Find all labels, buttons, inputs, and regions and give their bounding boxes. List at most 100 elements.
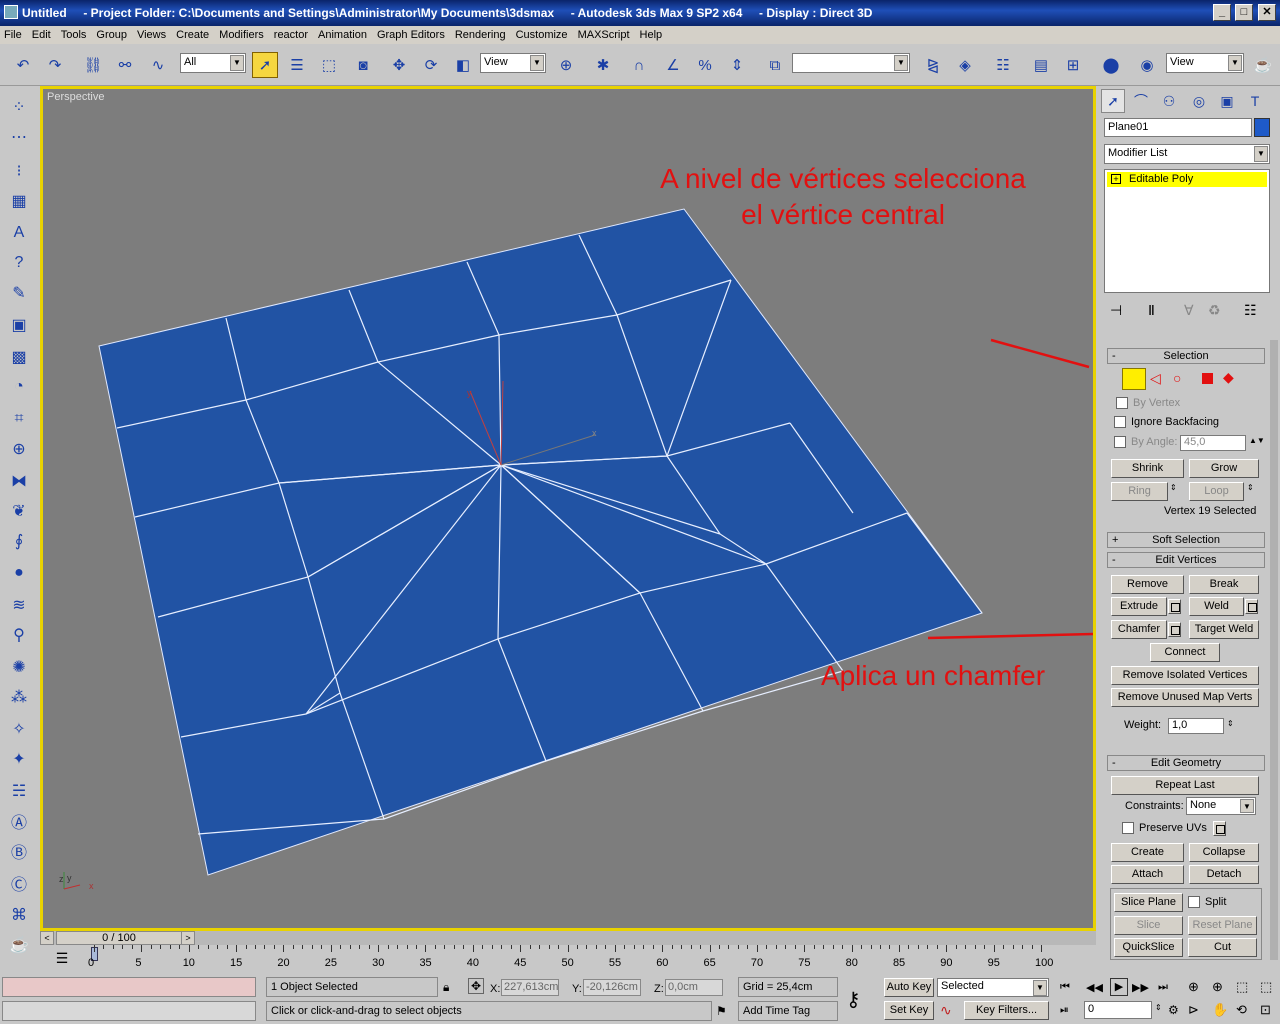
current-frame-field[interactable]: 0 <box>1084 1001 1152 1019</box>
grow-button[interactable]: Grow <box>1189 459 1259 478</box>
weld-settings-button[interactable] <box>1245 599 1258 614</box>
time-slider-track[interactable]: < 0 / 100 > <box>40 931 1096 945</box>
stack-item-editable-poly[interactable]: + Editable Poly <box>1107 172 1267 187</box>
menu-rendering[interactable]: Rendering <box>455 29 506 41</box>
menu-customize[interactable]: Customize <box>516 29 568 41</box>
constraints-dropdown[interactable]: None ▼ <box>1186 797 1256 815</box>
motion-tab-icon[interactable]: ◎ <box>1187 89 1211 113</box>
time-slider-thumb[interactable]: 0 / 100 <box>56 931 182 945</box>
arc-rotate-icon[interactable]: ⟲ <box>1236 1002 1247 1018</box>
set-key-button[interactable]: Set Key <box>884 1001 934 1020</box>
shrink-button[interactable]: Shrink <box>1111 459 1184 478</box>
reset-plane-button[interactable]: Reset Plane <box>1188 916 1257 935</box>
absolute-transform-icon[interactable]: ✥ <box>468 978 484 994</box>
key-filters-button[interactable]: Key Filters... <box>964 1001 1049 1020</box>
crop-icon[interactable]: ⌗ <box>6 406 32 432</box>
weight-spinner-field[interactable]: 1,0 <box>1168 718 1224 734</box>
spinner-snap-icon[interactable]: ⇕ <box>724 52 750 78</box>
percent-snap-icon[interactable]: % <box>692 52 718 78</box>
spring-icon[interactable]: ∮ <box>6 528 32 554</box>
preserve-uvs-settings-button[interactable] <box>1213 821 1226 836</box>
select-object-icon[interactable]: ➚ <box>252 52 278 78</box>
target-icon[interactable]: ⊕ <box>6 436 32 462</box>
app-icon[interactable] <box>4 5 18 19</box>
pin-stack-icon[interactable]: ⊣ <box>1110 302 1122 319</box>
hierarchy-tab-icon[interactable]: ⚇ <box>1157 89 1181 113</box>
menu-create[interactable]: Create <box>176 29 209 41</box>
spinner-arrows-icon[interactable]: ▲▼ <box>1249 436 1265 445</box>
snaps-toggle-icon[interactable]: ∩ <box>626 52 652 78</box>
help-icon[interactable]: ? <box>6 250 32 276</box>
ignore-backfacing-checkbox[interactable]: Ignore Backfacing <box>1114 416 1219 428</box>
slice-plane-button[interactable]: Slice Plane <box>1114 893 1183 912</box>
menu-help[interactable]: Help <box>640 29 663 41</box>
scale-icon[interactable]: ◧ <box>450 52 476 78</box>
paint-icon[interactable]: ❦ <box>6 498 32 524</box>
teapot-a-icon[interactable]: Ⓐ <box>6 808 32 834</box>
track-bar-menu-icon[interactable]: ☰ <box>50 950 74 970</box>
select-manipulate-icon[interactable]: ✱ <box>590 52 616 78</box>
quickslice-button[interactable]: QuickSlice <box>1114 938 1183 957</box>
split-checkbox[interactable]: Split <box>1188 896 1226 908</box>
menu-modifiers[interactable]: Modifiers <box>219 29 264 41</box>
menu-tools[interactable]: Tools <box>61 29 87 41</box>
move-icon[interactable]: ✥ <box>386 52 412 78</box>
unlink-icon[interactable]: ⚯ <box>112 52 138 78</box>
remove-button[interactable]: Remove <box>1111 575 1184 594</box>
collapse-button[interactable]: Collapse <box>1189 843 1259 862</box>
weight-spinner-icon[interactable]: ⇕ <box>1227 719 1234 728</box>
play-icon[interactable]: ▶ <box>1110 978 1128 996</box>
lock-selection-icon[interactable]: 🔒︎ <box>443 980 449 995</box>
menu-edit[interactable]: Edit <box>32 29 51 41</box>
ring-button[interactable]: Ring <box>1111 482 1168 501</box>
select-and-link-icon[interactable]: ⛓ <box>80 52 106 78</box>
pan-icon[interactable]: ✋ <box>1212 1002 1228 1018</box>
key-icon[interactable]: ⚷ <box>846 987 861 1012</box>
menu-animation[interactable]: Animation <box>318 29 367 41</box>
text-icon[interactable]: A <box>6 220 32 246</box>
previous-frame-icon[interactable]: ◀◀ <box>1086 981 1103 994</box>
field-of-view-icon[interactable]: ⊳ <box>1188 1002 1199 1018</box>
time-tag-icon[interactable]: ⚑ <box>716 1004 727 1018</box>
bind-space-warp-icon[interactable]: ∿ <box>145 52 171 78</box>
window-crossing-icon[interactable]: ◙ <box>350 52 376 78</box>
teapot-b-icon[interactable]: Ⓑ <box>6 838 32 864</box>
zoom-icon[interactable]: ⊕ <box>1188 979 1199 995</box>
teapot-red-icon[interactable]: ☕ <box>6 932 32 958</box>
preserve-uvs-checkbox[interactable]: Preserve UVs <box>1122 822 1207 834</box>
minimize-button[interactable]: _ <box>1213 4 1231 21</box>
extrude-button[interactable]: Extrude <box>1111 597 1167 616</box>
key-mode-dropdown[interactable]: Selected ▼ <box>937 978 1049 997</box>
attach-button[interactable]: Attach <box>1111 865 1184 884</box>
angle-snap-icon[interactable]: ∠ <box>660 52 686 78</box>
tangent-curve-icon[interactable]: ∿ <box>940 1002 952 1019</box>
grid-icon[interactable]: ▩ <box>6 344 32 370</box>
z-coordinate-field[interactable]: 0,0cm <box>665 979 723 996</box>
select-by-name-icon[interactable]: ☰ <box>284 52 310 78</box>
gauge-icon[interactable]: ◔ <box>6 374 32 400</box>
teapot-grey-icon[interactable]: ⌘ <box>6 902 32 928</box>
extrude-settings-button[interactable] <box>1168 599 1181 614</box>
create-tab-icon[interactable]: ➚ <box>1101 89 1125 113</box>
object-name-field[interactable]: Plane01 <box>1104 118 1252 137</box>
cut-button[interactable]: Cut <box>1188 938 1257 957</box>
reference-coordinate-dropdown[interactable]: View ▼ <box>480 53 546 73</box>
align-icon[interactable]: ◈ <box>952 52 978 78</box>
target-weld-button[interactable]: Target Weld <box>1189 620 1259 639</box>
menu-views[interactable]: Views <box>137 29 166 41</box>
perspective-viewport[interactable]: Perspective x y z y x A nivel de vértice… <box>40 86 1096 931</box>
expand-icon[interactable]: + <box>1111 174 1121 184</box>
close-button[interactable]: ✕ <box>1258 4 1276 21</box>
maximize-viewport-icon[interactable]: ⊡ <box>1260 1002 1271 1018</box>
schematic-view-icon[interactable]: ⊞ <box>1060 52 1086 78</box>
hierarchy-dots-icon[interactable]: ⁝ <box>6 158 32 184</box>
create-button[interactable]: Create <box>1111 843 1184 862</box>
selection-rollout-header[interactable]: - Selection <box>1107 348 1265 364</box>
command-panel-scrollbar[interactable] <box>1270 340 1278 960</box>
mirror-icon[interactable]: ⧎ <box>920 52 946 78</box>
edge-subobject-icon[interactable]: ◁ <box>1150 370 1161 387</box>
go-to-start-icon[interactable]: ⏮ <box>1060 981 1070 994</box>
make-unique-icon[interactable]: ∀ <box>1184 302 1194 319</box>
remove-isolated-vertices-button[interactable]: Remove Isolated Vertices <box>1111 666 1259 685</box>
detach-button[interactable]: Detach <box>1189 865 1259 884</box>
